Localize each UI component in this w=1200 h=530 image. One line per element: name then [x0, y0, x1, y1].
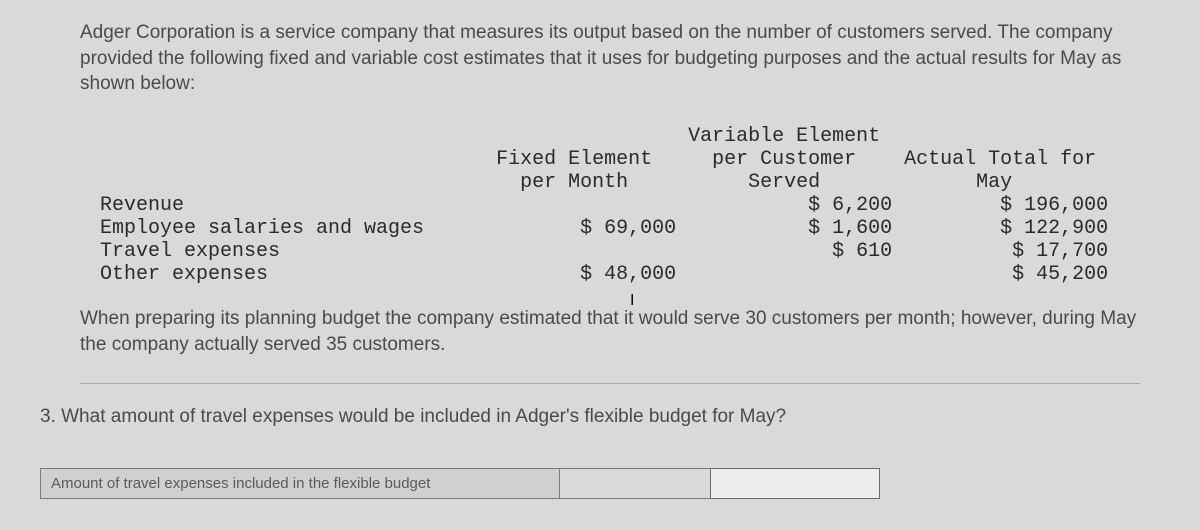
- answer-row: Amount of travel expenses included in th…: [40, 468, 1140, 499]
- followup-text: When preparing its planning budget the c…: [80, 306, 1140, 357]
- problem-intro: Adger Corporation is a service company t…: [80, 20, 1140, 97]
- answer-input[interactable]: [710, 468, 880, 499]
- answer-label: Amount of travel expenses included in th…: [40, 468, 560, 499]
- answer-spacer: [560, 468, 710, 499]
- divider: [80, 383, 1140, 384]
- cost-table: Variable Element Fixed Element per Custo…: [100, 125, 1140, 286]
- question-text: 3. What amount of travel expenses would …: [40, 406, 1140, 428]
